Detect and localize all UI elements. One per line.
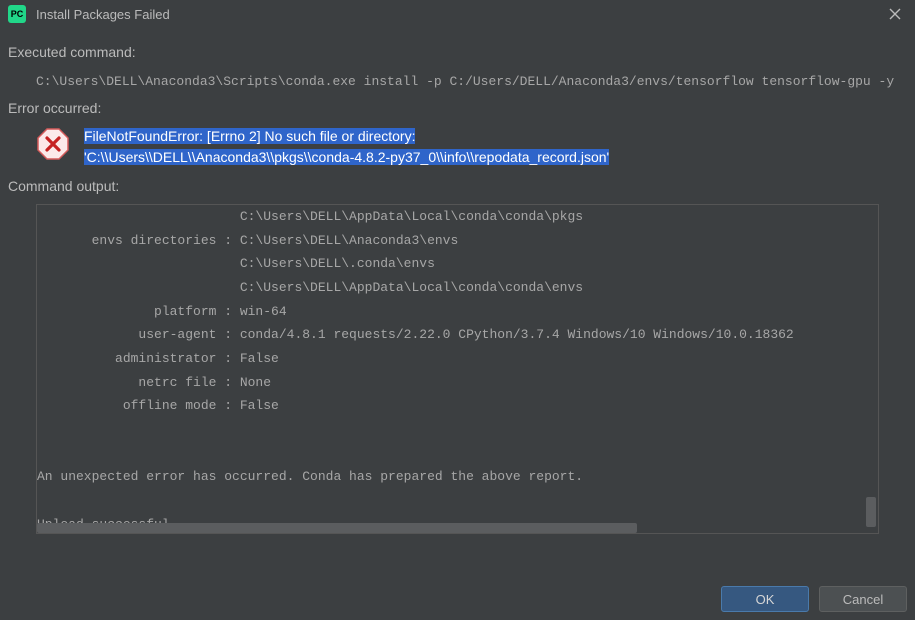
error-line-1: FileNotFoundError: [Errno 2] No such fil… (84, 128, 415, 144)
error-occurred-label: Error occurred: (8, 100, 907, 116)
command-output-label: Command output: (8, 178, 907, 194)
executed-command-label: Executed command: (8, 44, 907, 60)
ok-button[interactable]: OK (721, 586, 809, 612)
titlebar: PC Install Packages Failed (0, 0, 915, 28)
command-output-text: C:\Users\DELL\AppData\Local\conda\conda\… (37, 205, 878, 534)
app-icon-abbr: PC (11, 9, 24, 19)
error-row: FileNotFoundError: [Errno 2] No such fil… (8, 126, 907, 168)
dialog-title: Install Packages Failed (36, 7, 170, 22)
error-icon (36, 127, 70, 161)
pycharm-icon: PC (8, 5, 26, 23)
close-button[interactable] (883, 2, 907, 26)
vertical-scrollbar[interactable] (866, 497, 876, 527)
cancel-button[interactable]: Cancel (819, 586, 907, 612)
horizontal-scrollbar[interactable] (37, 523, 637, 533)
close-icon (889, 8, 901, 20)
error-text[interactable]: FileNotFoundError: [Errno 2] No such fil… (84, 126, 609, 168)
executed-command-text: C:\Users\DELL\Anaconda3\Scripts\conda.ex… (8, 70, 907, 94)
error-line-2: 'C:\\Users\\DELL\\Anaconda3\\pkgs\\conda… (84, 149, 609, 165)
titlebar-left: PC Install Packages Failed (8, 5, 170, 23)
button-bar: OK Cancel (721, 586, 907, 612)
dialog-content: Executed command: C:\Users\DELL\Anaconda… (0, 28, 915, 534)
command-output-box[interactable]: C:\Users\DELL\AppData\Local\conda\conda\… (36, 204, 879, 534)
